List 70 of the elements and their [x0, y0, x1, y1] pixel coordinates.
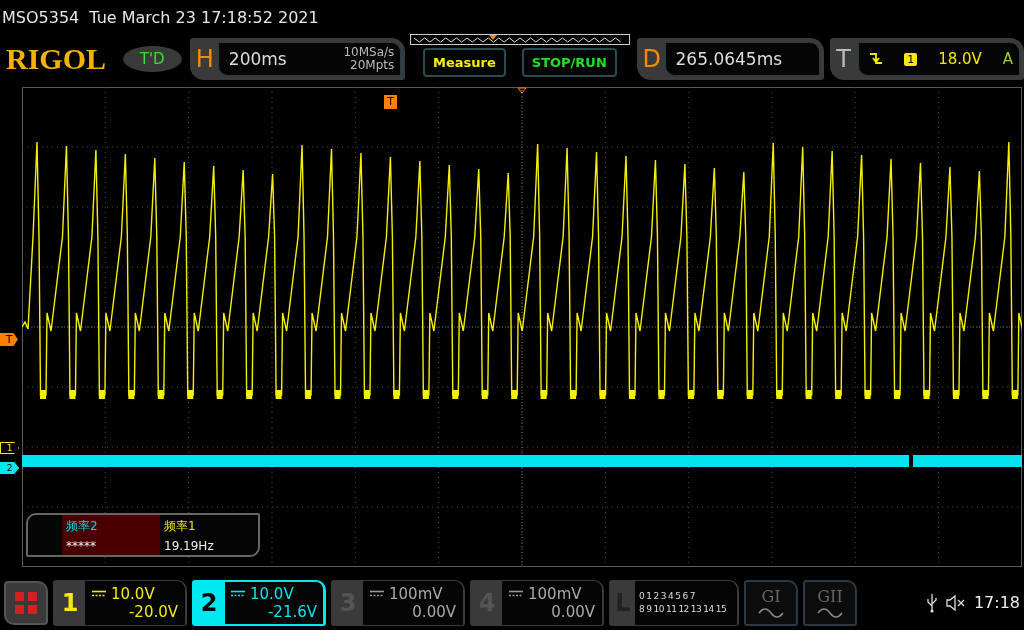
trigger-level: 18.0V [938, 50, 982, 68]
measurement-item[interactable]: 频率1 19.19Hz [160, 515, 258, 555]
trigger-level-marker[interactable]: T [0, 333, 18, 346]
measurement-label: 频率2 [66, 517, 99, 535]
channel-marker[interactable]: 2 [0, 462, 19, 474]
mode-badge: T'D [122, 46, 182, 72]
channel-scale: 10.0V [250, 584, 294, 603]
horizontal-panel[interactable]: H 200ms 10MSa/s 20Mpts [189, 38, 406, 80]
dc-coupling-icon [370, 589, 384, 598]
panel-letter: T [836, 45, 852, 73]
measurement-value: ***** [66, 538, 97, 553]
bit-label: 10 [653, 604, 664, 614]
bit-label: 2 [653, 591, 659, 601]
channel-number: 1 [60, 588, 80, 617]
bit-label: 4 [667, 591, 674, 601]
menu-button[interactable] [4, 580, 48, 625]
channel-tab[interactable]: 2 10.0V -21.6V [192, 579, 326, 626]
channel-number: 2 [199, 588, 219, 617]
dc-coupling-icon [92, 589, 106, 598]
panel-letter: D [642, 45, 661, 73]
channel-scale: 100mV [389, 584, 443, 603]
channel-offset: 0.00V [551, 602, 595, 621]
bit-label: 9 [646, 604, 652, 614]
measurement-item[interactable]: 频率2 ***** [62, 515, 160, 555]
channel-scale: 10.0V [111, 584, 155, 603]
bit-label: 13 [690, 604, 702, 614]
bit-label: 1 [646, 591, 652, 601]
sine-wave-icon [817, 608, 843, 618]
bit-label: 0 [639, 591, 645, 601]
trigger-panel[interactable]: T 1 18.0V A [830, 38, 1024, 80]
bit-label: 11 [665, 604, 677, 614]
bit-label: 14 [703, 604, 714, 614]
bit-label: 12 [678, 604, 689, 614]
bit-label: 7 [689, 591, 695, 601]
waveform-overview-icon [409, 33, 630, 45]
dc-coupling-icon [231, 589, 245, 598]
clock: 17:18 [973, 593, 1020, 612]
memory-depth: 20Mpts [350, 59, 395, 72]
dc-coupling-icon [509, 589, 523, 598]
measurement-value: 19.19Hz [164, 538, 215, 553]
date-time: Tue March 23 17:18:52 2021 [89, 8, 319, 27]
bit-label: 5 [675, 591, 681, 601]
sine-wave-icon [758, 608, 784, 618]
bit-label: 6 [682, 591, 688, 601]
sample-rate: 10MSa/s [343, 46, 395, 59]
toolbar-button[interactable]: STOP/RUN [521, 47, 617, 77]
delay-panel[interactable]: D 265.0645ms [636, 38, 825, 80]
channel-offset: 0.00V [412, 602, 456, 621]
model-name: MSO5354 [2, 8, 80, 27]
channel-offset: -21.6V [267, 602, 317, 621]
channel-offset: -20.0V [128, 602, 178, 621]
logo: RIGOL [6, 42, 108, 76]
falling-edge-icon [869, 52, 884, 66]
toolbar-button[interactable]: Measure [423, 47, 506, 77]
speaker-muted-icon [945, 594, 966, 611]
trigger-source: 1 [904, 52, 918, 66]
grid-icon [14, 590, 38, 615]
bit-label: 3 [660, 591, 666, 601]
delay-value: 265.0645ms [675, 49, 783, 69]
panel-letter: H [195, 45, 214, 73]
measurement-label: 频率1 [164, 517, 197, 535]
trigger-position-marker[interactable]: T [384, 95, 397, 109]
channel-scale: 100mV [528, 584, 582, 603]
trigger-mode: A [1002, 50, 1013, 68]
bit-label: 8 [639, 604, 645, 614]
center-marker-icon [517, 87, 527, 94]
timebase-value: 200ms [228, 49, 287, 69]
channel-tab[interactable]: 1 10.0V -20.0V [53, 579, 187, 626]
usb-icon [925, 592, 938, 613]
bit-label: 15 [715, 604, 727, 614]
